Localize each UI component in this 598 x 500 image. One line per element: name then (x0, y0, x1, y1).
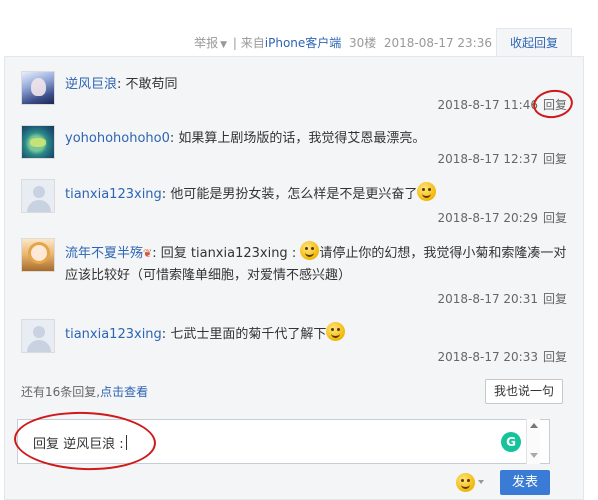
reply-time: 2018-8-17 20:33 (437, 350, 538, 364)
reply-text: 如果算上剧场版的话，我觉得艾恩最漂亮。 (174, 131, 426, 146)
post-meta-bar: 举报 ▼ | 来自iPhone客户端 30楼 2018-08-17 23:36 收… (0, 28, 584, 57)
smile-emoji-icon (417, 182, 437, 201)
avatar[interactable] (21, 125, 55, 159)
view-more-link[interactable]: 点击查看 (100, 385, 148, 399)
default-avatar[interactable] (21, 179, 55, 213)
grammarly-icon[interactable]: G (501, 432, 521, 452)
reply-time-row: 2018-8-17 20:29 回复 (437, 209, 567, 226)
report-link[interactable]: 举报 (194, 36, 218, 50)
reply-quote-prefix: 回复 tianxia123xing : (156, 246, 297, 261)
reply-content: 流年不夏半殇❦: 回复 tianxia123xing : 请停止你的幻想，我觉得… (65, 241, 570, 287)
more-replies-text: 还有16条回复, (21, 385, 101, 399)
reply-time-row: 2018-8-17 20:31 回复 (437, 290, 567, 307)
reply-content: tianxia123xing: 他可能是男扮女装，怎么样是不是更兴奋了 (65, 182, 570, 206)
reply-content: yohohohohoho0: 如果算上剧场版的话，我觉得艾恩最漂亮。 (65, 128, 570, 150)
default-avatar[interactable] (21, 319, 55, 353)
submit-button[interactable]: 发表 (500, 470, 550, 495)
scroll-down-arrow-icon[interactable] (530, 453, 538, 458)
reply-time: 2018-8-17 20:29 (437, 211, 538, 225)
more-replies: 还有16条回复,点击查看 (21, 383, 148, 400)
scroll-up-arrow-icon[interactable] (530, 423, 538, 428)
reply-content: tianxia123xing: 七武士里面的菊千代了解下 (65, 322, 570, 346)
post-datetime: 2018-08-17 23:36 (383, 36, 492, 50)
reply-username[interactable]: 流年不夏半殇 (65, 246, 143, 261)
reply-text: 七武士里面的菊千代了解下 (166, 327, 327, 342)
say-something-button[interactable]: 我也说一句 (485, 379, 563, 404)
report-dropdown-icon[interactable]: ▼ (220, 40, 227, 50)
editor-scrollbar[interactable] (526, 419, 540, 464)
meta-separator: | (232, 36, 237, 50)
reply-text: 他可能是男扮女装，怎么样是不是更兴奋了 (166, 187, 418, 202)
post-meta: 举报 ▼ | 来自iPhone客户端 30楼 2018-08-17 23:36 (194, 34, 492, 51)
smile-emoji-icon (456, 473, 475, 492)
emoji-picker-button[interactable] (456, 473, 486, 493)
source-prefix: 来自 (240, 36, 265, 50)
thinking-emoji-icon (300, 241, 320, 260)
reply-time-row: 2018-8-17 20:33 回复 (437, 348, 567, 365)
reply-button[interactable]: 回复 (543, 211, 567, 225)
reply-username[interactable]: 逆风巨浪 (65, 77, 117, 92)
reply-button[interactable]: 回复 (543, 292, 567, 306)
floor-number: 30楼 (348, 36, 377, 50)
reply-button[interactable]: 回复 (543, 350, 567, 364)
reply-username[interactable]: yohohohohoho0 (65, 131, 170, 146)
smile-emoji-icon (326, 322, 346, 341)
reply-time: 2018-8-17 12:37 (437, 152, 538, 166)
collapse-replies-button[interactable]: 收起回复 (496, 28, 572, 57)
avatar[interactable] (21, 238, 55, 272)
reply-time: 2018-8-17 11:46 (437, 98, 538, 112)
avatar[interactable] (21, 71, 55, 105)
reply-text: 不敢苟同 (121, 77, 178, 92)
source-client-link[interactable]: iPhone客户端 (265, 36, 342, 50)
chevron-down-icon (478, 480, 484, 484)
reply-button[interactable]: 回复 (543, 152, 567, 166)
reply-time: 2018-8-17 20:31 (437, 292, 538, 306)
reply-content: 逆风巨浪: 不敢苟同 (65, 74, 570, 96)
reply-username[interactable]: tianxia123xing (65, 187, 162, 202)
reply-username[interactable]: tianxia123xing (65, 327, 162, 342)
reply-time-row: 2018-8-17 12:37 回复 (437, 150, 567, 167)
maple-leaf-icon: ❦ (143, 247, 153, 260)
